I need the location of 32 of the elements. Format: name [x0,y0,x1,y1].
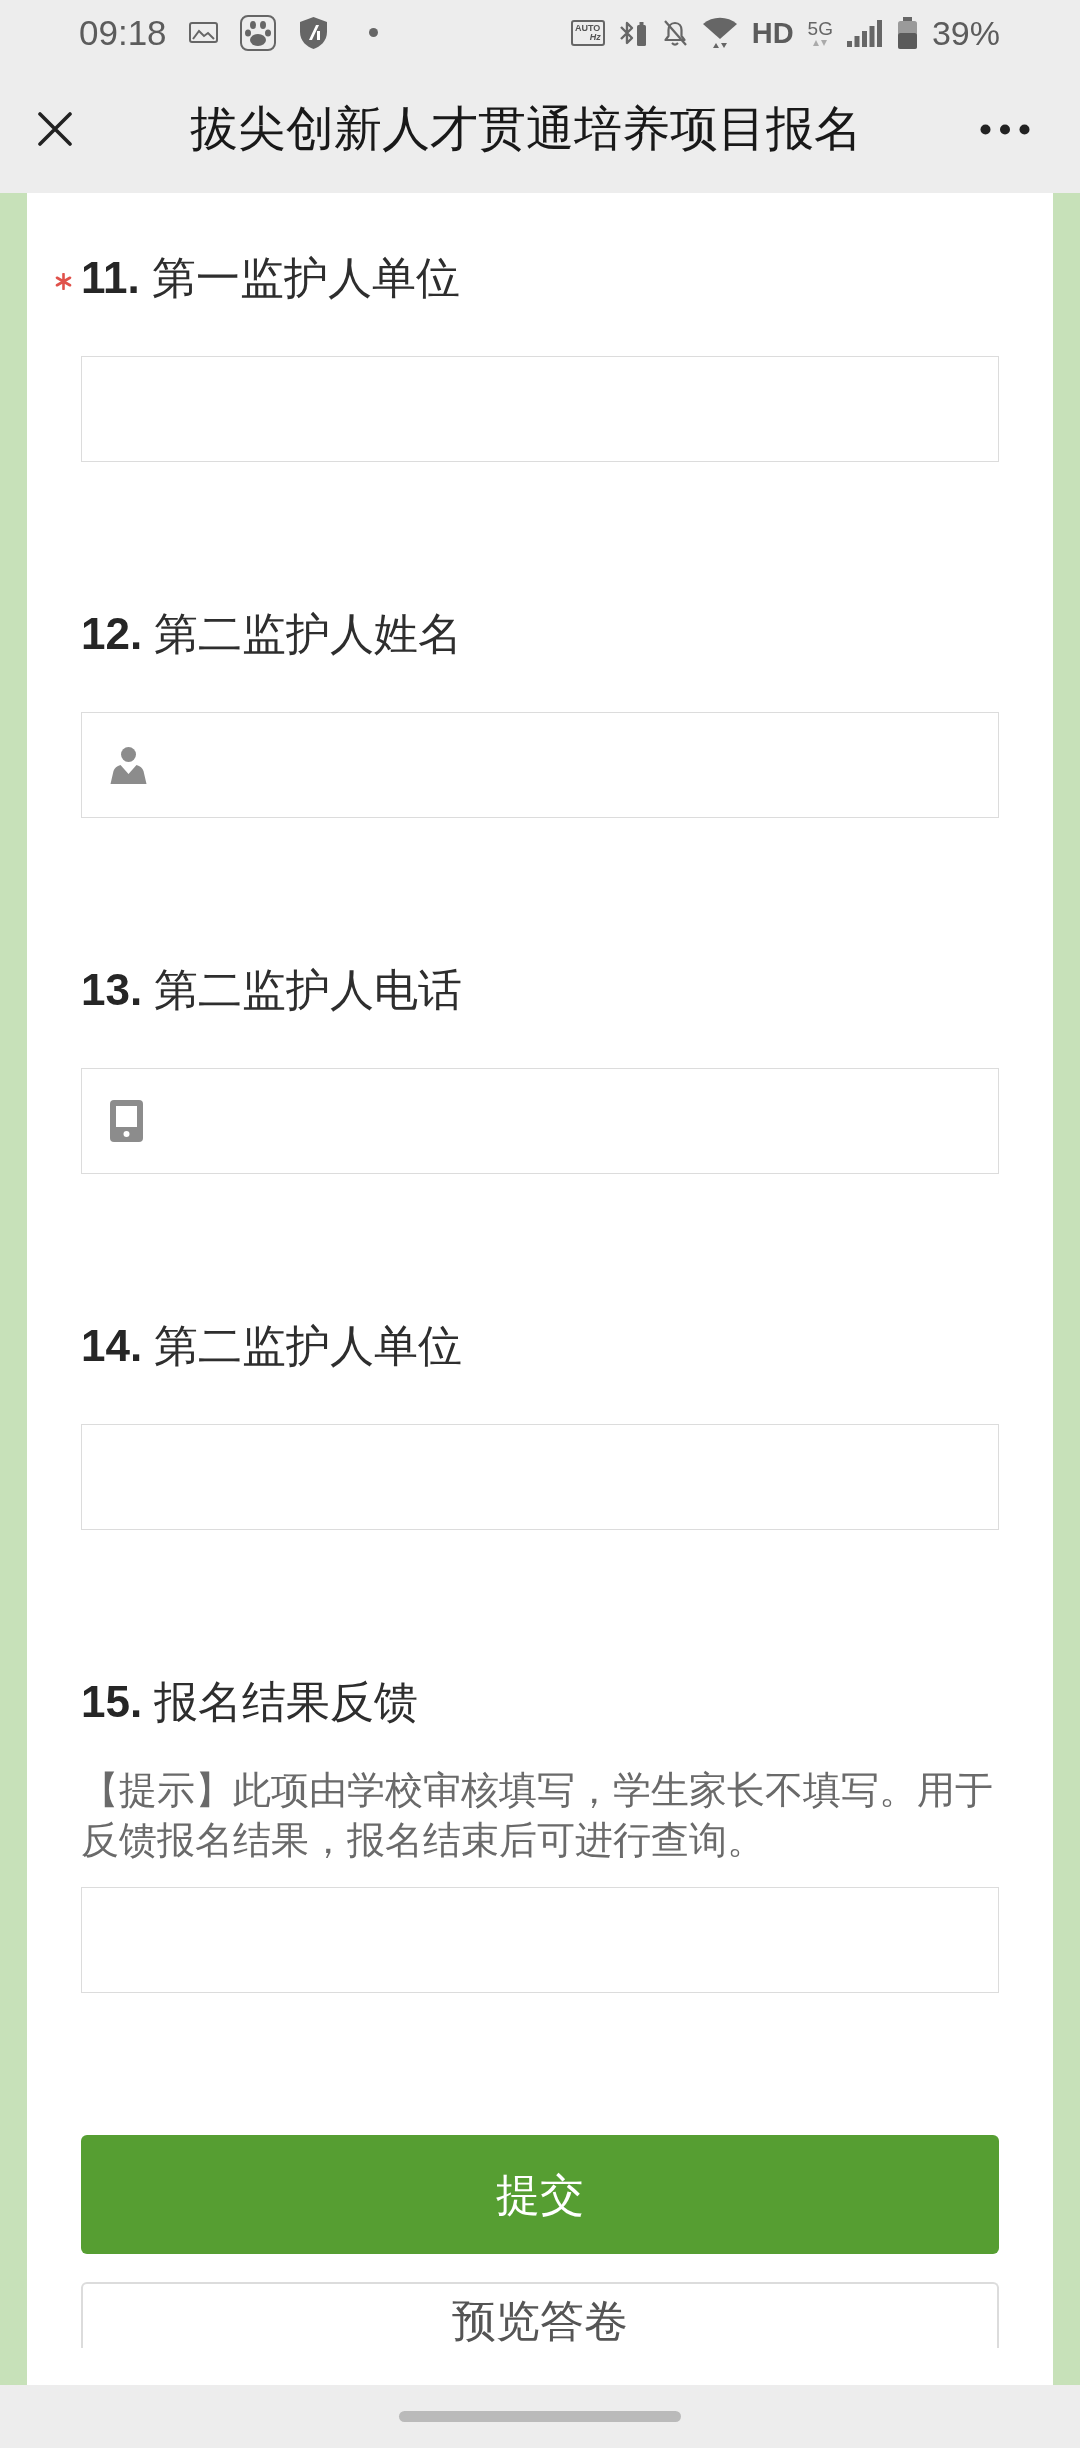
question-label: 15. 报名结果反馈 [81,1676,419,1728]
text-input-field[interactable] [81,356,999,462]
wifi-icon [701,16,738,49]
muted-bell-icon [661,18,688,47]
battery-icon [896,16,918,49]
text-input-field[interactable] [81,1887,999,1993]
data-arrows-icon [813,39,828,46]
close-icon[interactable] [38,112,72,146]
question-label: 13. 第二监护人电话 [81,964,463,1016]
question-hint: 【提示】此项由学校审核填写，学生家长不填写。用于反馈报名结果，报名结束后可进行查询。 [81,1768,994,1863]
network-type-label: 5G [807,19,833,39]
page-title: 拔尖创新人才贯通培养项目报名 [190,102,862,155]
more-options-icon[interactable] [980,123,1030,135]
text-input-field[interactable] [81,1068,999,1174]
preview-button[interactable]: 预览答卷 [81,2282,999,2348]
gesture-handle[interactable] [399,2411,681,2422]
text-input-field[interactable] [81,1424,999,1530]
network-quality-label: HD [751,16,794,49]
signal-icon [846,18,883,47]
notification-dot-icon [368,28,378,37]
text-input-field[interactable] [81,712,999,818]
refresh-rate-badge: AUTO Hz [570,19,605,46]
battery-percentage: 39% [931,12,1000,53]
person-icon [110,746,147,784]
paw-icon [239,14,276,51]
question-label: 12. 第二监护人姓名 [81,608,463,660]
shield-icon [297,15,329,50]
question-label: 11. 第一监护人单位 [81,252,460,304]
question-label: 14. 第二监护人单位 [81,1320,463,1372]
image-icon [188,22,218,43]
status-time: 09:18 [79,12,167,53]
phone-icon [110,1100,143,1142]
